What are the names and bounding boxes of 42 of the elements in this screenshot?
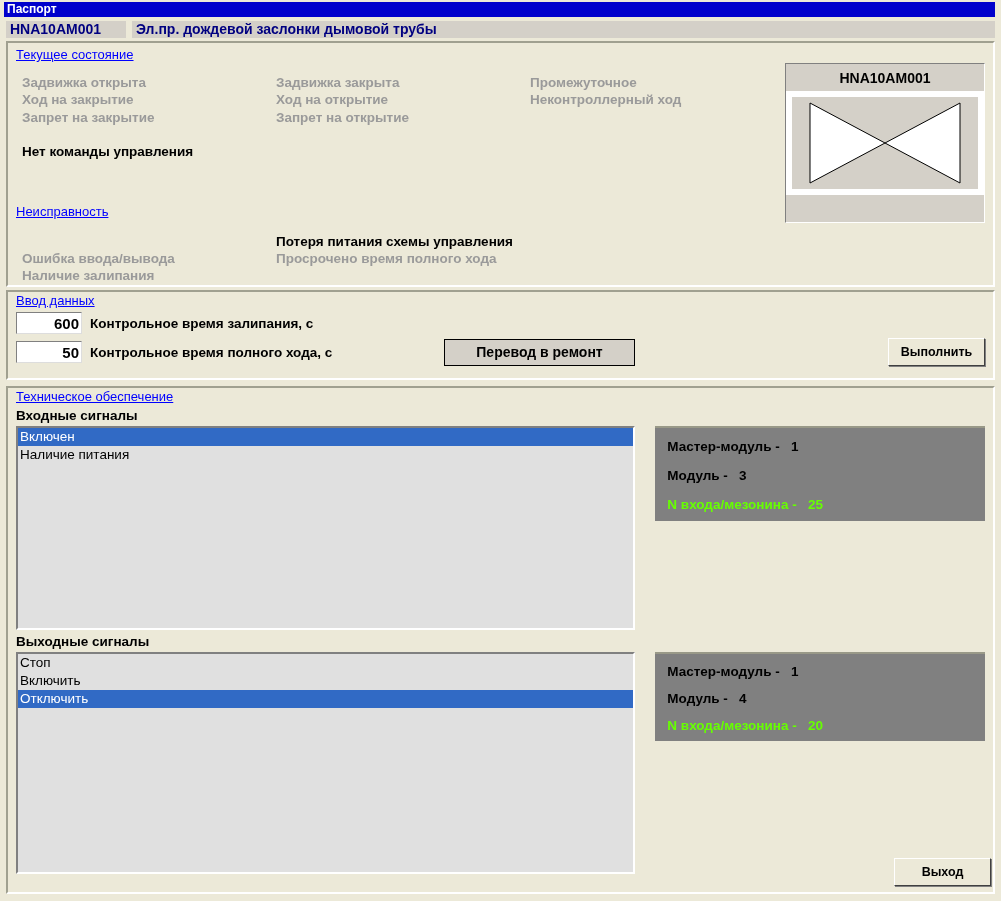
valve-icon — [809, 102, 961, 184]
field-label: Контрольное время залипания, с — [90, 315, 314, 331]
exit-button[interactable]: Выход — [894, 858, 991, 886]
signal-item[interactable]: Стоп — [18, 654, 634, 672]
module-info-text: N входа/мезонина - 25 — [667, 496, 824, 514]
fault-label: Ошибка ввода/вывода — [22, 250, 175, 268]
signal-item[interactable]: Включен — [18, 428, 634, 446]
input-field[interactable]: 50 — [16, 341, 82, 363]
status-label: Запрет на открытие — [276, 108, 409, 126]
module-info-text: Мастер-модуль - 1 — [667, 663, 800, 681]
fault-link[interactable]: Неисправность — [16, 204, 109, 220]
status-label: Задвижка закрыта — [276, 74, 400, 92]
module-info-text: Мастер-модуль - 1 — [667, 438, 800, 456]
status-label: Задвижка открыта — [22, 74, 146, 92]
repair-button[interactable]: Перевод в ремонт — [444, 338, 635, 366]
tech-support-link[interactable]: Техническое обеспечение — [16, 389, 174, 404]
status-label: Промежуточное — [530, 74, 637, 92]
signal-item[interactable]: Включить — [18, 672, 634, 690]
fault-label: Просрочено время полного хода — [276, 250, 497, 268]
window-title: Паспорт — [4, 2, 995, 17]
status-label: Ход на открытие — [276, 91, 389, 109]
module-info-text: Модуль - 4 — [667, 690, 748, 708]
module-info-text: N входа/мезонина - 20 — [667, 717, 824, 735]
field-label: Контрольное время полного хода, с — [90, 344, 334, 360]
device-description: Эл.пр. дождевой заслонки дымовой трубы — [132, 21, 995, 38]
status-label: Неконтроллерный ход — [530, 91, 682, 109]
group-title: Входные сигналы — [16, 408, 139, 423]
valve-title: HNA10AM001 — [838, 69, 932, 88]
current-state-link[interactable]: Текущее состояние — [16, 47, 134, 62]
execute-button[interactable]: Выполнить — [888, 338, 985, 366]
module-info-text: Модуль - 3 — [667, 467, 748, 485]
input-field[interactable]: 600 — [16, 312, 82, 334]
command-status: Нет команды управления — [22, 142, 194, 161]
fault-label: Наличие залипания — [22, 267, 155, 285]
data-input-link[interactable]: Ввод данных — [16, 293, 95, 308]
signal-item[interactable]: Наличие питания — [18, 446, 634, 464]
status-label: Запрет на закрытие — [22, 108, 155, 126]
signal-item[interactable]: Отключить — [18, 690, 634, 708]
status-label: Ход на закрытие — [22, 91, 134, 109]
fault-label: Потеря питания схемы управления — [276, 233, 513, 251]
device-code: HNA10AM001 — [6, 21, 126, 38]
group-title: Выходные сигналы — [16, 634, 151, 649]
